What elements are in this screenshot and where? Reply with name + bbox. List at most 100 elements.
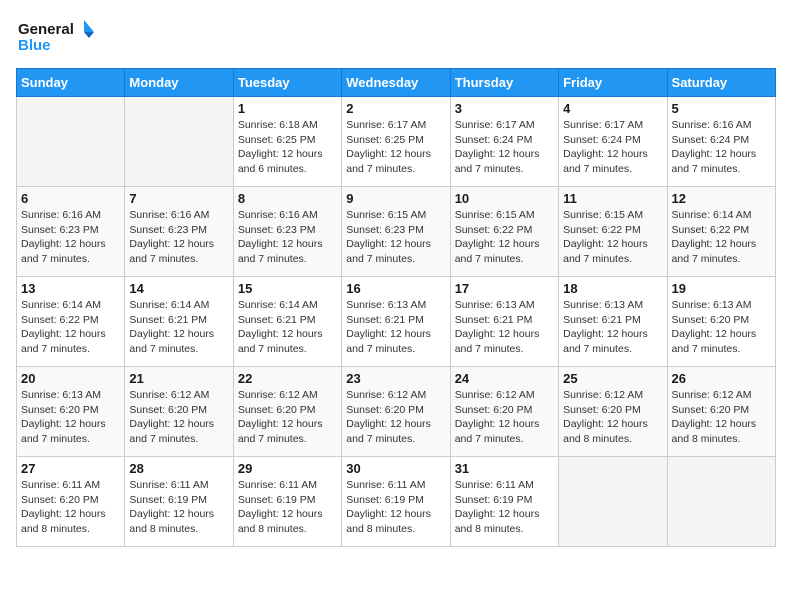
calendar-cell: 11 Sunrise: 6:15 AM Sunset: 6:22 PM Dayli…	[559, 187, 667, 277]
day-number: 30	[346, 461, 445, 476]
day-number: 8	[238, 191, 337, 206]
calendar-cell	[125, 97, 233, 187]
day-info: Sunrise: 6:17 AM Sunset: 6:25 PM Dayligh…	[346, 118, 445, 177]
day-number: 21	[129, 371, 228, 386]
day-number: 17	[455, 281, 554, 296]
day-info: Sunrise: 6:12 AM Sunset: 6:20 PM Dayligh…	[563, 388, 662, 447]
calendar-cell: 19 Sunrise: 6:13 AM Sunset: 6:20 PM Dayli…	[667, 277, 775, 367]
day-info: Sunrise: 6:15 AM Sunset: 6:22 PM Dayligh…	[563, 208, 662, 267]
day-number: 16	[346, 281, 445, 296]
day-info: Sunrise: 6:13 AM Sunset: 6:21 PM Dayligh…	[455, 298, 554, 357]
day-info: Sunrise: 6:11 AM Sunset: 6:19 PM Dayligh…	[455, 478, 554, 537]
day-number: 7	[129, 191, 228, 206]
day-number: 11	[563, 191, 662, 206]
calendar-table: SundayMondayTuesdayWednesdayThursdayFrid…	[16, 68, 776, 547]
day-number: 23	[346, 371, 445, 386]
calendar-cell: 22 Sunrise: 6:12 AM Sunset: 6:20 PM Dayli…	[233, 367, 341, 457]
day-info: Sunrise: 6:11 AM Sunset: 6:19 PM Dayligh…	[346, 478, 445, 537]
day-number: 26	[672, 371, 771, 386]
day-info: Sunrise: 6:16 AM Sunset: 6:23 PM Dayligh…	[21, 208, 120, 267]
calendar-cell: 5 Sunrise: 6:16 AM Sunset: 6:24 PM Daylig…	[667, 97, 775, 187]
calendar-week-1: 1Sunrise: 6:18 AM Sunset: 6:25 PM Daylig…	[17, 97, 776, 187]
calendar-cell: 23 Sunrise: 6:12 AM Sunset: 6:20 PM Dayli…	[342, 367, 450, 457]
day-info: Sunrise: 6:13 AM Sunset: 6:20 PM Dayligh…	[672, 298, 771, 357]
day-info: Sunrise: 6:12 AM Sunset: 6:20 PM Dayligh…	[672, 388, 771, 447]
day-info: Sunrise: 6:11 AM Sunset: 6:19 PM Dayligh…	[129, 478, 228, 537]
day-number: 20	[21, 371, 120, 386]
calendar-header-row: SundayMondayTuesdayWednesdayThursdayFrid…	[17, 69, 776, 97]
calendar-cell: 3 Sunrise: 6:17 AM Sunset: 6:24 PM Daylig…	[450, 97, 558, 187]
day-info: Sunrise: 6:12 AM Sunset: 6:20 PM Dayligh…	[455, 388, 554, 447]
day-number: 27	[21, 461, 120, 476]
day-info: Sunrise: 6:13 AM Sunset: 6:21 PM Dayligh…	[563, 298, 662, 357]
day-number: 3	[455, 101, 554, 116]
day-info: Sunrise: 6:16 AM Sunset: 6:23 PM Dayligh…	[129, 208, 228, 267]
day-info: Sunrise: 6:12 AM Sunset: 6:20 PM Dayligh…	[129, 388, 228, 447]
calendar-cell: 28 Sunrise: 6:11 AM Sunset: 6:19 PM Dayli…	[125, 457, 233, 547]
calendar-week-3: 13 Sunrise: 6:14 AM Sunset: 6:22 PM Dayli…	[17, 277, 776, 367]
day-number: 28	[129, 461, 228, 476]
calendar-cell: 18 Sunrise: 6:13 AM Sunset: 6:21 PM Dayli…	[559, 277, 667, 367]
day-info: Sunrise: 6:18 AM Sunset: 6:25 PM Dayligh…	[238, 118, 337, 177]
day-number: 10	[455, 191, 554, 206]
day-number: 19	[672, 281, 771, 296]
calendar-cell: 30 Sunrise: 6:11 AM Sunset: 6:19 PM Dayli…	[342, 457, 450, 547]
day-number: 14	[129, 281, 228, 296]
calendar-header-thursday: Thursday	[450, 69, 558, 97]
day-number: 31	[455, 461, 554, 476]
svg-text:Blue: Blue	[18, 37, 51, 54]
day-info: Sunrise: 6:13 AM Sunset: 6:20 PM Dayligh…	[21, 388, 120, 447]
logo-svg: General Blue	[16, 16, 96, 56]
calendar-week-5: 27Sunrise: 6:11 AM Sunset: 6:20 PM Dayli…	[17, 457, 776, 547]
day-number: 13	[21, 281, 120, 296]
calendar-header-friday: Friday	[559, 69, 667, 97]
calendar-cell: 1Sunrise: 6:18 AM Sunset: 6:25 PM Daylig…	[233, 97, 341, 187]
calendar-cell: 13 Sunrise: 6:14 AM Sunset: 6:22 PM Dayli…	[17, 277, 125, 367]
calendar-cell: 12Sunrise: 6:14 AM Sunset: 6:22 PM Dayli…	[667, 187, 775, 277]
day-number: 5	[672, 101, 771, 116]
day-info: Sunrise: 6:14 AM Sunset: 6:22 PM Dayligh…	[21, 298, 120, 357]
day-info: Sunrise: 6:14 AM Sunset: 6:21 PM Dayligh…	[129, 298, 228, 357]
day-info: Sunrise: 6:12 AM Sunset: 6:20 PM Dayligh…	[346, 388, 445, 447]
day-info: Sunrise: 6:17 AM Sunset: 6:24 PM Dayligh…	[563, 118, 662, 177]
calendar-cell: 21 Sunrise: 6:12 AM Sunset: 6:20 PM Dayli…	[125, 367, 233, 457]
calendar-cell	[17, 97, 125, 187]
day-info: Sunrise: 6:15 AM Sunset: 6:22 PM Dayligh…	[455, 208, 554, 267]
day-info: Sunrise: 6:13 AM Sunset: 6:21 PM Dayligh…	[346, 298, 445, 357]
calendar-cell: 10 Sunrise: 6:15 AM Sunset: 6:22 PM Dayli…	[450, 187, 558, 277]
day-info: Sunrise: 6:16 AM Sunset: 6:24 PM Dayligh…	[672, 118, 771, 177]
logo: General Blue	[16, 16, 96, 56]
calendar-header-monday: Monday	[125, 69, 233, 97]
page-header: General Blue	[16, 16, 776, 56]
day-info: Sunrise: 6:17 AM Sunset: 6:24 PM Dayligh…	[455, 118, 554, 177]
day-number: 15	[238, 281, 337, 296]
calendar-cell: 27Sunrise: 6:11 AM Sunset: 6:20 PM Dayli…	[17, 457, 125, 547]
calendar-cell: 29 Sunrise: 6:11 AM Sunset: 6:19 PM Dayli…	[233, 457, 341, 547]
calendar-cell: 4 Sunrise: 6:17 AM Sunset: 6:24 PM Daylig…	[559, 97, 667, 187]
day-info: Sunrise: 6:12 AM Sunset: 6:20 PM Dayligh…	[238, 388, 337, 447]
calendar-cell: 17 Sunrise: 6:13 AM Sunset: 6:21 PM Dayli…	[450, 277, 558, 367]
calendar-cell: 14 Sunrise: 6:14 AM Sunset: 6:21 PM Dayli…	[125, 277, 233, 367]
day-number: 9	[346, 191, 445, 206]
day-info: Sunrise: 6:14 AM Sunset: 6:21 PM Dayligh…	[238, 298, 337, 357]
calendar-cell: 20 Sunrise: 6:13 AM Sunset: 6:20 PM Dayli…	[17, 367, 125, 457]
day-number: 4	[563, 101, 662, 116]
day-number: 18	[563, 281, 662, 296]
day-number: 6	[21, 191, 120, 206]
day-info: Sunrise: 6:16 AM Sunset: 6:23 PM Dayligh…	[238, 208, 337, 267]
calendar-cell: 25 Sunrise: 6:12 AM Sunset: 6:20 PM Dayli…	[559, 367, 667, 457]
day-info: Sunrise: 6:11 AM Sunset: 6:19 PM Dayligh…	[238, 478, 337, 537]
day-number: 2	[346, 101, 445, 116]
svg-text:General: General	[18, 21, 74, 38]
day-number: 22	[238, 371, 337, 386]
calendar-cell: 16 Sunrise: 6:13 AM Sunset: 6:21 PM Dayli…	[342, 277, 450, 367]
calendar-cell	[559, 457, 667, 547]
day-number: 25	[563, 371, 662, 386]
calendar-cell: 9Sunrise: 6:15 AM Sunset: 6:23 PM Daylig…	[342, 187, 450, 277]
calendar-cell: 7 Sunrise: 6:16 AM Sunset: 6:23 PM Daylig…	[125, 187, 233, 277]
calendar-header-sunday: Sunday	[17, 69, 125, 97]
calendar-week-4: 20 Sunrise: 6:13 AM Sunset: 6:20 PM Dayli…	[17, 367, 776, 457]
calendar-cell	[667, 457, 775, 547]
day-number: 29	[238, 461, 337, 476]
calendar-header-saturday: Saturday	[667, 69, 775, 97]
